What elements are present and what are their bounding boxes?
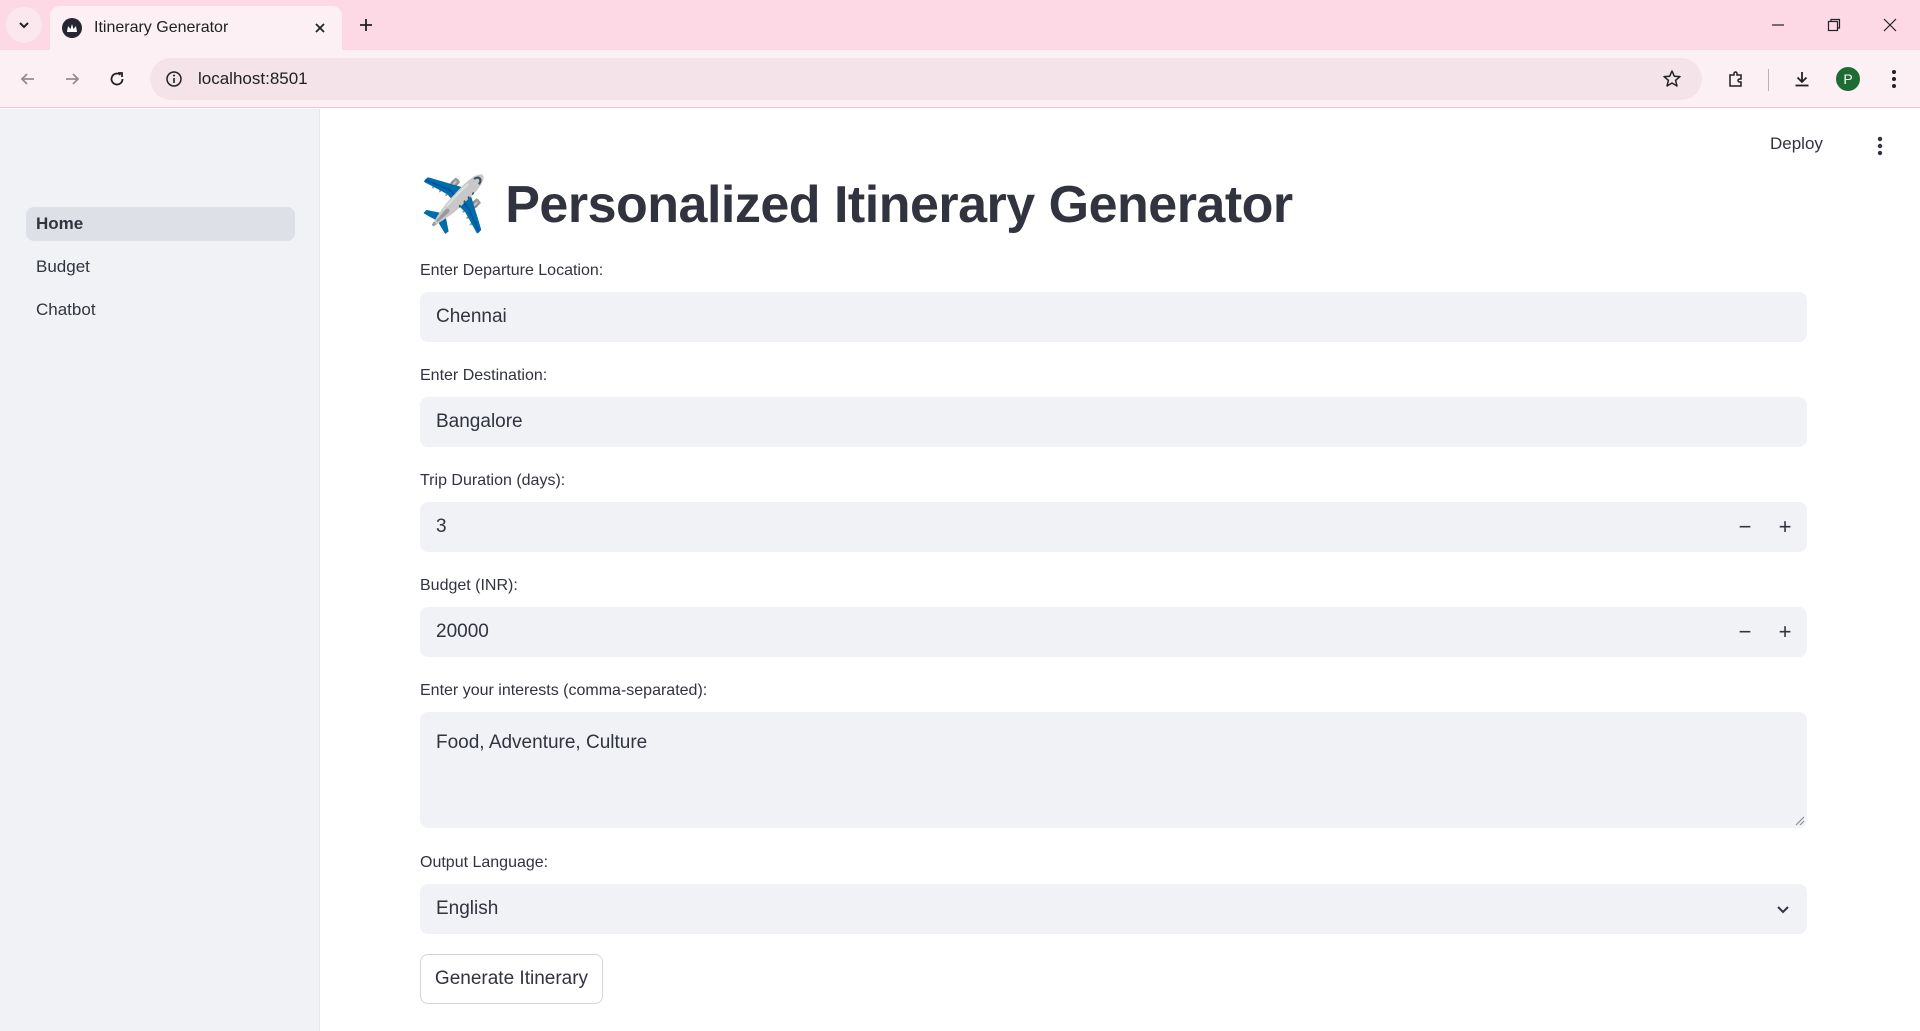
app-menu-button[interactable]	[1868, 132, 1892, 160]
url-text[interactable]: localhost:8501	[198, 69, 1652, 89]
tab-search-button[interactable]	[6, 7, 42, 43]
budget-label: Budget (INR):	[420, 577, 518, 594]
kebab-menu-icon	[1892, 70, 1896, 88]
browser-toolbar: localhost:8501	[0, 50, 1920, 108]
duration-label: Trip Duration (days):	[420, 472, 566, 489]
generate-itinerary-button[interactable]: Generate Itinerary	[420, 954, 603, 1004]
page-title: ✈️ Personalized Itinerary Generator	[420, 172, 1293, 238]
minimize-icon	[1772, 24, 1784, 26]
puzzle-icon	[1729, 71, 1742, 87]
tab-close-icon[interactable]	[306, 14, 334, 42]
interests-value[interactable]: Food, Adventure, Culture	[436, 732, 647, 753]
language-select[interactable]: English	[420, 884, 1807, 934]
tab-title: Itinerary Generator	[94, 19, 229, 36]
airplane-icon: ✈️	[420, 175, 488, 235]
language-label: Output Language:	[420, 854, 549, 871]
interests-label: Enter your interests (comma-separated):	[420, 682, 708, 699]
reload-button[interactable]	[99, 61, 135, 97]
browser-tab[interactable]: Itinerary Generator	[50, 6, 342, 50]
sidebar-item-home[interactable]: Home	[26, 207, 295, 241]
departure-value[interactable]: Chennai	[436, 306, 1807, 328]
close-window-button[interactable]	[1862, 0, 1918, 50]
language-value[interactable]: English	[436, 898, 1759, 920]
forward-button[interactable]	[54, 61, 90, 97]
duration-increment-button[interactable]: +	[1765, 507, 1805, 547]
destination-input[interactable]: Bangalore	[420, 397, 1807, 447]
back-button[interactable]	[10, 61, 46, 97]
budget-decrement-button[interactable]: −	[1725, 612, 1765, 652]
bookmark-star-icon[interactable]	[1652, 59, 1692, 99]
profile-avatar[interactable]: P	[1836, 67, 1860, 91]
restore-button[interactable]	[1806, 0, 1862, 50]
reload-icon	[110, 72, 124, 86]
site-info-icon[interactable]	[162, 67, 186, 91]
plus-icon	[360, 19, 372, 31]
downloads-button[interactable]	[1784, 61, 1820, 97]
extensions-button[interactable]	[1718, 61, 1754, 97]
new-tab-button[interactable]	[350, 9, 382, 41]
sidebar-item-budget[interactable]: Budget	[26, 250, 295, 284]
budget-increment-button[interactable]: +	[1765, 612, 1805, 652]
arrow-left-icon	[20, 73, 34, 85]
chevron-down-icon[interactable]	[1759, 885, 1807, 933]
download-icon	[1795, 72, 1809, 87]
destination-value[interactable]: Bangalore	[436, 411, 1807, 433]
app-sidebar: Home Budget Chatbot	[0, 109, 320, 1031]
resize-handle-icon[interactable]	[1793, 814, 1805, 826]
streamlit-favicon-icon	[62, 18, 82, 38]
departure-label: Enter Departure Location:	[420, 262, 604, 279]
destination-label: Enter Destination:	[420, 367, 548, 384]
duration-decrement-button[interactable]: −	[1725, 507, 1765, 547]
close-icon	[1883, 18, 1897, 32]
budget-value[interactable]: 20000	[436, 621, 1725, 643]
duration-value[interactable]: 3	[436, 516, 1725, 538]
sidebar-item-chatbot[interactable]: Chatbot	[26, 293, 295, 327]
address-bar[interactable]: localhost:8501	[150, 58, 1702, 100]
deploy-button[interactable]: Deploy	[1770, 134, 1823, 154]
browser-menu-button[interactable]	[1876, 61, 1912, 97]
kebab-menu-icon	[1877, 136, 1883, 156]
restore-icon	[1827, 18, 1841, 32]
minimize-button[interactable]	[1750, 0, 1806, 50]
budget-number-input[interactable]: 20000 − +	[420, 607, 1807, 657]
interests-textarea[interactable]: Food, Adventure, Culture	[420, 712, 1807, 828]
chevron-down-icon	[19, 22, 29, 29]
toolbar-separator	[1768, 69, 1769, 91]
duration-number-input[interactable]: 3 − +	[420, 502, 1807, 552]
arrow-right-icon	[66, 73, 80, 85]
page-title-text: Personalized Itinerary Generator	[505, 176, 1293, 234]
browser-tab-bar: Itinerary Generator	[0, 0, 1920, 50]
departure-input[interactable]: Chennai	[420, 292, 1807, 342]
